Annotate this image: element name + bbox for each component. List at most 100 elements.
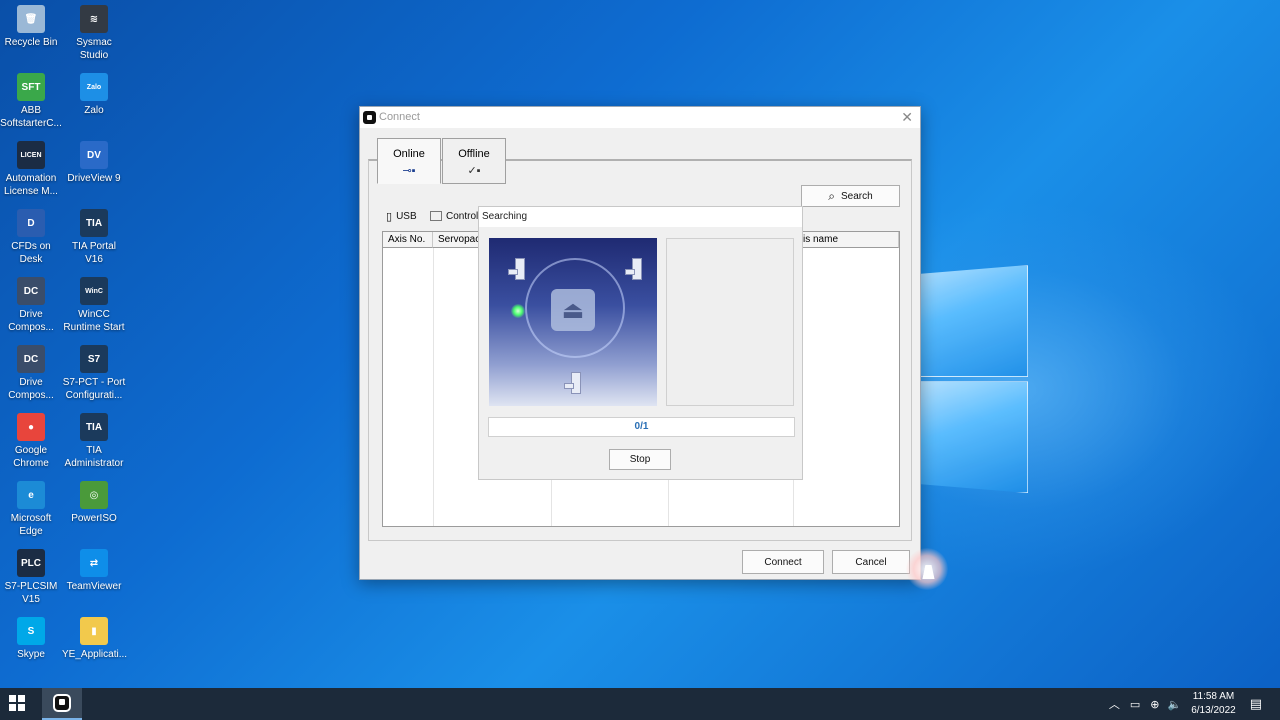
automation-license-icon: LICEN	[17, 141, 45, 169]
windows-start-icon[interactable]	[8, 694, 30, 714]
desktop-icon[interactable]: D CFDs on Desk	[0, 205, 63, 271]
taskbar-sigma-app[interactable]	[42, 688, 82, 720]
abb-softstarter-icon: SFT	[17, 73, 45, 101]
notification-icon[interactable]: ▤	[1250, 696, 1262, 712]
desktop-icon[interactable]: ≋ Sysmac Studio	[62, 1, 126, 67]
desktop-icon-label: Recycle Bin	[4, 37, 58, 48]
stop-button[interactable]: Stop	[609, 449, 671, 470]
desktop-icon[interactable]: PLC S7-PLCSIM V15	[0, 545, 63, 611]
column-divider	[433, 248, 434, 526]
desktop-icon-label: Drive Compos...	[8, 377, 54, 401]
sigma-app-icon	[53, 694, 71, 712]
taskbar: ︿ ▭ ⊕ 🔈 11:58 AM 6/13/2022 ▤	[0, 688, 1280, 720]
desktop-icon[interactable]: DC Drive Compos...	[0, 273, 63, 339]
servo-device-icon	[564, 372, 581, 394]
desktop-icon[interactable]: ◎ PowerISO	[62, 477, 126, 543]
desktop-icon-label: Sysmac Studio	[76, 37, 112, 61]
desktop-icon[interactable]: S Skype	[0, 613, 63, 679]
desktop-icon-label: DriveView 9	[67, 173, 121, 184]
driveview-icon: DV	[80, 141, 108, 169]
servo-device-icon	[625, 258, 642, 280]
desktop-icon-label: TeamViewer	[66, 581, 122, 592]
recycle-bin-icon: 🗑	[17, 5, 45, 33]
desktop-icon-label: Skype	[17, 649, 45, 660]
system-tray: ︿ ▭ ⊕ 🔈 11:58 AM 6/13/2022 ▤	[1109, 688, 1280, 720]
sysmac-studio-icon: ≋	[80, 5, 108, 33]
dialog-title: Connect	[379, 111, 420, 123]
desktop-icon[interactable]: ● Google Chrome	[0, 409, 63, 475]
search-button[interactable]: ⌕ Search	[801, 185, 900, 207]
search-button-label: Search	[841, 190, 873, 202]
subtab-controller-label: Controll	[446, 210, 481, 222]
tia-admin-icon: TIA	[80, 413, 108, 441]
search-icon: ⌕	[828, 188, 836, 203]
teamviewer-icon: ⇄	[80, 549, 108, 577]
desktop-icon[interactable]: TIA TIA Portal V16	[62, 205, 126, 271]
cfds-icon: D	[17, 209, 45, 237]
drive-composer-icon-2: DC	[17, 345, 45, 373]
column-header-axis-no[interactable]: Axis No.	[383, 232, 433, 248]
close-icon[interactable]: ✕	[901, 109, 913, 125]
network-icon[interactable]: ⊕	[1150, 698, 1159, 711]
column-header-axis-name[interactable]: xis name	[793, 232, 899, 248]
desktop-icon-label: TIA Portal V16	[72, 241, 116, 265]
clock[interactable]: 11:58 AM 6/13/2022	[1191, 690, 1236, 718]
desktop-icon-label: WinCC Runtime Start	[63, 309, 125, 333]
searching-title: Searching	[479, 207, 802, 227]
connect-button[interactable]: Connect	[742, 550, 824, 574]
desktop-icon-label: Microsoft Edge	[10, 513, 52, 537]
desktop-icon[interactable]: SFT ABB SoftstarterC...	[0, 69, 63, 135]
tab-offline[interactable]: Offline ✓▪	[442, 138, 506, 184]
folder-icon: ▮	[80, 617, 108, 645]
desktop-icon[interactable]: ⇄ TeamViewer	[62, 545, 126, 611]
desktop-icon[interactable]: e Microsoft Edge	[0, 477, 63, 543]
chrome-icon: ●	[17, 413, 45, 441]
desktop-icon-label: ABB SoftstarterC...	[0, 105, 62, 129]
clock-time: 11:58 AM	[1192, 691, 1235, 702]
s7pct-icon: S7	[80, 345, 108, 373]
cancel-button[interactable]: Cancel	[832, 550, 910, 574]
desktop-icon-label: TIA Administrator	[64, 445, 124, 469]
subtab-controller[interactable]: Controll	[430, 207, 480, 225]
edge-icon: e	[17, 481, 45, 509]
skype-icon: S	[17, 617, 45, 645]
desktop-icon[interactable]: DV DriveView 9	[62, 137, 126, 203]
desktop-icon-label: Google Chrome	[13, 445, 49, 469]
usb-icon: ▯	[386, 210, 393, 223]
desktop-icon-label: S7-PLCSIM V15	[4, 581, 58, 605]
status-led-icon	[511, 304, 525, 318]
drive-composer-icon: DC	[17, 277, 45, 305]
subtab-usb[interactable]: ▯ USB	[386, 207, 417, 225]
tab-offline-label: Offline	[458, 148, 490, 160]
clock-date: 6/13/2022	[1191, 705, 1236, 716]
desktop-icon[interactable]: 🗑 Recycle Bin	[0, 1, 63, 67]
chevron-up-icon[interactable]: ︿	[1109, 696, 1120, 712]
desktop-icon[interactable]: TIA TIA Administrator	[62, 409, 126, 475]
cancel-button-label: Cancel	[855, 556, 887, 568]
controller-icon	[430, 211, 442, 221]
desktop-icon[interactable]: WinC WinCC Runtime Start	[62, 273, 126, 339]
desktop-icon-label: Drive Compos...	[8, 309, 54, 333]
subtab-usb-label: USB	[396, 210, 417, 222]
tab-online-label: Online	[393, 148, 425, 160]
desktop-icon[interactable]: ▮ YE_Applicati...	[62, 613, 127, 679]
dialog-titlebar: Connect ✕	[360, 107, 920, 128]
searching-dialog: Searching ⏏ 0/1 Stop	[478, 206, 803, 480]
desktop-icon-label: Zalo	[84, 105, 104, 116]
servo-device-icon	[508, 258, 525, 280]
desktop-icon-label: CFDs on Desk	[11, 241, 51, 265]
plcsim-icon: PLC	[17, 549, 45, 577]
windows-logo-wallpaper	[918, 255, 1028, 493]
poweriso-icon: ◎	[80, 481, 108, 509]
battery-icon[interactable]: ▭	[1130, 698, 1140, 711]
desktop-icon[interactable]: LICEN Automation License M...	[0, 137, 63, 203]
desktop-icon[interactable]: S7 S7-PCT - Port Configurati...	[62, 341, 126, 407]
zalo-icon: Zalo	[80, 73, 108, 101]
desktop-icon[interactable]: DC Drive Compos...	[0, 341, 63, 407]
desktop-icon[interactable]: Zalo Zalo	[62, 69, 126, 135]
wincc-icon: WinC	[80, 277, 108, 305]
volume-icon[interactable]: 🔈	[1168, 698, 1182, 711]
tab-online[interactable]: Online ⊸▪	[377, 138, 441, 184]
online-icon: ⊸▪	[402, 165, 416, 177]
search-animation: ⏏	[489, 238, 657, 406]
